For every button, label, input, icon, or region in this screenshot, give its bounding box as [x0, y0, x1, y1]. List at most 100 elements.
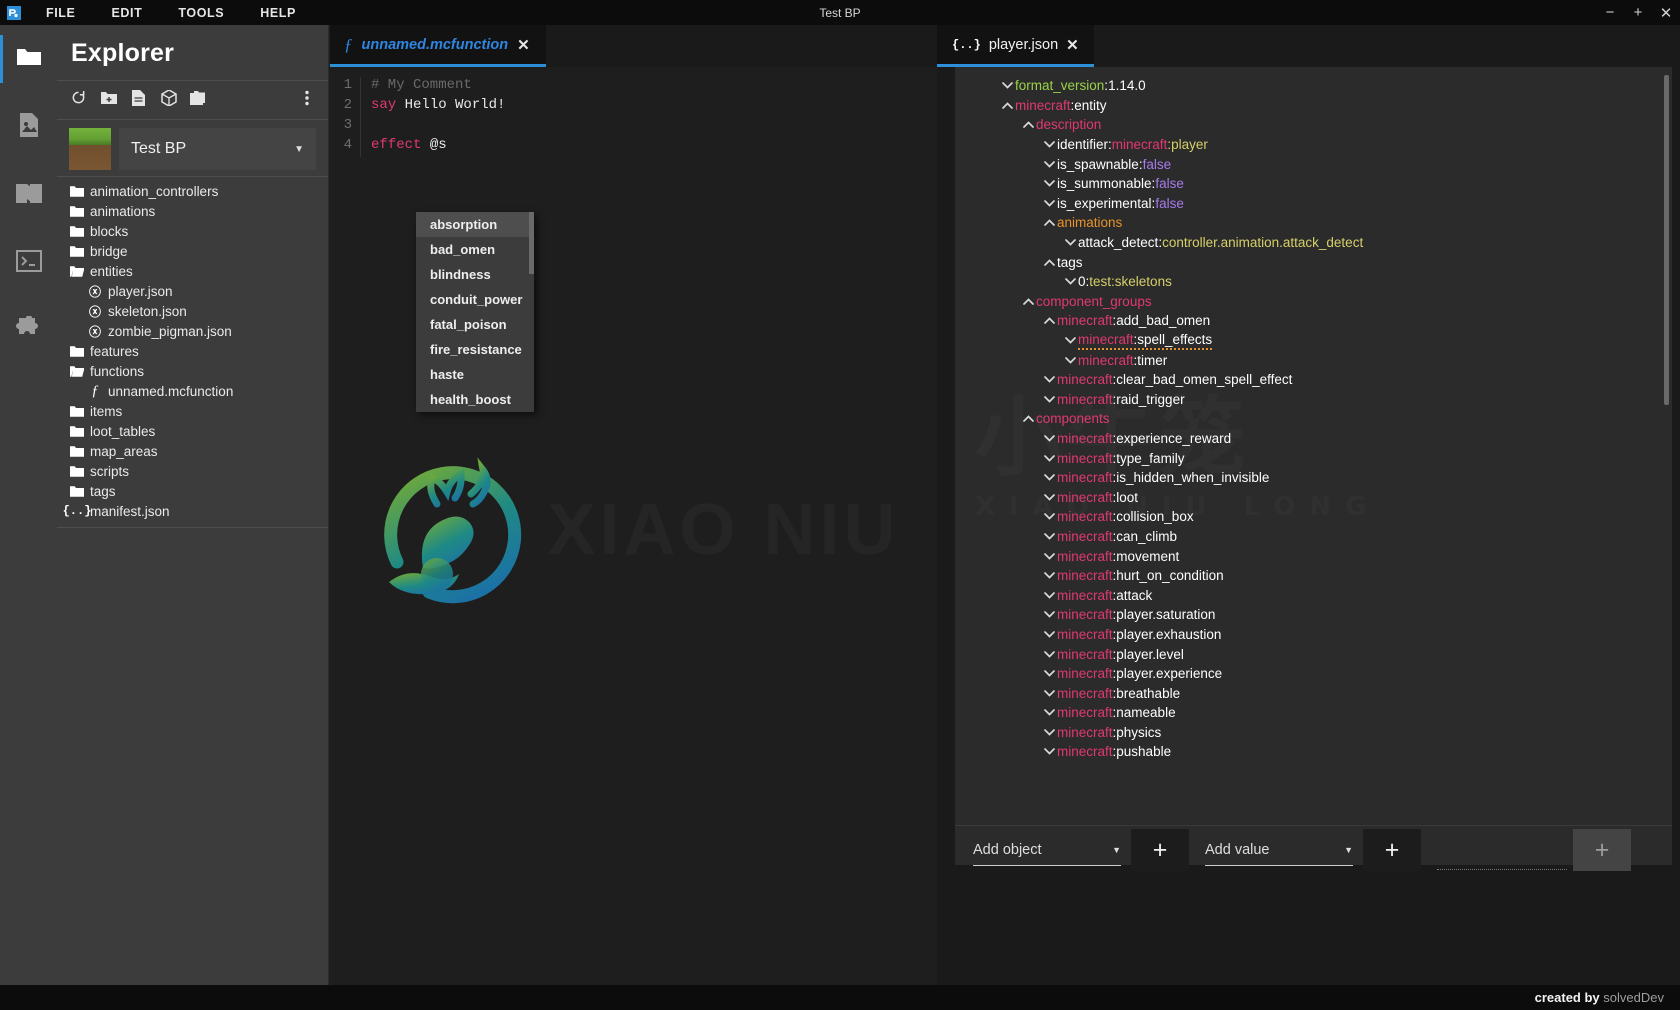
chevron-down-icon[interactable] — [1041, 376, 1057, 383]
chevron-down-icon[interactable] — [1041, 689, 1057, 697]
tree-item-features[interactable]: features — [57, 341, 328, 361]
json-row-minecraft-can-climb[interactable]: minecraft:can_climb — [955, 527, 1672, 547]
chevron-down-icon[interactable] — [1062, 239, 1078, 246]
chevron-down-icon[interactable] — [1041, 591, 1057, 599]
json-row-minecraft-physics[interactable]: minecraft:physics — [955, 723, 1672, 743]
chevron-down-icon[interactable] — [1041, 141, 1057, 148]
json-row-description[interactable]: description — [955, 115, 1672, 135]
json-row-tags[interactable]: tags — [955, 252, 1672, 272]
minimize-button[interactable]: − — [1596, 0, 1624, 25]
tree-item-player-json[interactable]: ⓧ player.json — [57, 281, 328, 301]
tree-item-tags[interactable]: tags — [57, 481, 328, 501]
tree-item-blocks[interactable]: blocks — [57, 221, 328, 241]
chevron-down-icon[interactable] — [1041, 650, 1057, 658]
json-row-is-spawnable[interactable]: is_spawnable : false — [955, 154, 1672, 174]
close-button[interactable]: ✕ — [1652, 0, 1680, 25]
autocomplete-item-bad_omen[interactable]: bad_omen — [416, 237, 534, 262]
autocomplete-item-absorption[interactable]: absorption — [416, 212, 534, 237]
json-row-minecraft-raid-trigger[interactable]: minecraft:raid_trigger — [955, 390, 1672, 410]
chevron-down-icon[interactable] — [1041, 493, 1057, 501]
autocomplete-item-conduit_power[interactable]: conduit_power — [416, 287, 534, 312]
chevron-down-icon[interactable] — [999, 82, 1015, 89]
rail-item-images[interactable] — [0, 103, 57, 151]
tab-close-icon[interactable]: ✕ — [517, 36, 530, 54]
chevron-down-icon[interactable] — [1041, 670, 1057, 677]
chevron-up-icon[interactable] — [1041, 317, 1057, 325]
add-object-button[interactable]: + — [1131, 829, 1189, 871]
autocomplete-item-health_boost[interactable]: health_boost — [416, 387, 534, 412]
tree-item-zombie-pigman-json[interactable]: ⓧ zombie_pigman.json — [57, 321, 328, 341]
chevron-down-icon[interactable] — [1041, 552, 1057, 560]
json-row-minecraft-breathable[interactable]: minecraft:breathable — [955, 683, 1672, 703]
json-row-is-experimental[interactable]: is_experimental : false — [955, 194, 1672, 214]
add-value-button[interactable]: + — [1363, 829, 1421, 871]
json-row-component-groups[interactable]: component_groups — [955, 292, 1672, 312]
refresh-button[interactable] — [65, 87, 92, 113]
menu-file[interactable]: FILE — [28, 0, 93, 25]
autocomplete-item-fire_resistance[interactable]: fire_resistance — [416, 337, 534, 362]
json-row-minecraft-attack[interactable]: minecraft:attack — [955, 585, 1672, 605]
json-row-minecraft-player-exhaustion[interactable]: minecraft:player.exhaustion — [955, 625, 1672, 645]
code-line-text[interactable]: say Hello World! — [360, 97, 937, 117]
chevron-up-icon[interactable] — [1020, 121, 1036, 129]
json-row-minecraft-player-saturation[interactable]: minecraft:player.saturation — [955, 605, 1672, 625]
rail-item-extensions[interactable] — [0, 307, 57, 355]
json-row-minecraft-player-level[interactable]: minecraft:player.level — [955, 644, 1672, 664]
menu-help[interactable]: HELP — [242, 0, 314, 25]
project-selector[interactable]: Test BP ▼ — [57, 128, 328, 170]
chevron-up-icon[interactable] — [1020, 298, 1036, 305]
chevron-up-icon[interactable] — [1020, 415, 1036, 423]
tree-item-map-areas[interactable]: map_areas — [57, 441, 328, 461]
json-row-minecraft-hurt-on-condition[interactable]: minecraft:hurt_on_condition — [955, 566, 1672, 586]
autocomplete-item-fatal_poison[interactable]: fatal_poison — [416, 312, 534, 337]
chevron-down-icon[interactable] — [1041, 611, 1057, 619]
json-row-minecraft-add-bad-omen[interactable]: minecraft:add_bad_omen — [955, 311, 1672, 331]
json-tab-close-icon[interactable]: ✕ — [1066, 36, 1079, 54]
chevron-down-icon[interactable] — [1062, 337, 1078, 344]
json-row-format-version[interactable]: format_version : 1.14.0 — [955, 76, 1672, 96]
json-row-minecraft-type-family[interactable]: minecraft:type_family — [955, 448, 1672, 468]
json-row-minecraft-spell-effects[interactable]: minecraft:spell_effects — [955, 331, 1672, 351]
autocomplete-item-haste[interactable]: haste — [416, 362, 534, 387]
json-row-0[interactable]: 0 : test:skeletons — [955, 272, 1672, 292]
tree-item-animations[interactable]: animations — [57, 201, 328, 221]
code-line-text[interactable]: effect @s — [360, 137, 937, 157]
autocomplete-popup[interactable]: absorption bad_omen blindness conduit_power… — [416, 212, 534, 412]
add-value-select[interactable]: Add value ▼ — [1205, 834, 1353, 866]
tree-item-scripts[interactable]: scripts — [57, 461, 328, 481]
json-row-minecraft-entity[interactable]: minecraft:entity — [955, 96, 1672, 116]
json-row-minecraft-loot[interactable]: minecraft:loot — [955, 487, 1672, 507]
chevron-up-icon[interactable] — [999, 102, 1015, 109]
json-row-minecraft-is-hidden-when-invisible[interactable]: minecraft:is_hidden_when_invisible — [955, 468, 1672, 488]
chevron-down-icon[interactable] — [1041, 748, 1057, 756]
chevron-down-icon[interactable] — [1041, 435, 1057, 442]
json-row-animations[interactable]: animations — [955, 213, 1672, 233]
tree-item-loot-tables[interactable]: loot_tables — [57, 421, 328, 441]
tree-item-functions[interactable]: functions — [57, 361, 328, 381]
chevron-down-icon[interactable] — [1041, 395, 1057, 403]
tree-item-items[interactable]: items — [57, 401, 328, 421]
chevron-down-icon[interactable] — [1041, 454, 1057, 462]
chevron-up-icon[interactable] — [1041, 219, 1057, 227]
addbar-dotted-field[interactable] — [1437, 842, 1567, 870]
chevron-down-icon[interactable] — [1041, 513, 1057, 521]
chevron-down-icon[interactable] — [1041, 709, 1057, 716]
new-folder-button[interactable] — [95, 87, 122, 113]
chevron-down-icon[interactable] — [1062, 278, 1078, 285]
tree-item-bridge[interactable]: bridge — [57, 241, 328, 261]
json-row-minecraft-experience-reward[interactable]: minecraft:experience_reward — [955, 429, 1672, 449]
chevron-down-icon[interactable] — [1041, 572, 1057, 579]
json-row-minecraft-player-experience[interactable]: minecraft:player.experience — [955, 664, 1672, 684]
new-file-button[interactable] — [125, 87, 152, 113]
json-row-components[interactable]: components — [955, 409, 1672, 429]
rail-item-docs[interactable] — [0, 171, 57, 219]
json-row-identifier[interactable]: identifier : minecraft:player — [955, 135, 1672, 155]
menu-edit[interactable]: EDIT — [93, 0, 160, 25]
tree-item-entities[interactable]: entities — [57, 261, 328, 281]
maximize-button[interactable]: + — [1624, 0, 1652, 25]
tree-item-animation-controllers[interactable]: animation_controllers — [57, 181, 328, 201]
add-object-select[interactable]: Add object ▼ — [973, 834, 1121, 866]
tree-item-unnamed-mcfunction[interactable]: ƒ unnamed.mcfunction — [57, 381, 328, 401]
autocomplete-scrollbar[interactable] — [529, 212, 534, 274]
open-folder-button[interactable] — [185, 87, 212, 113]
